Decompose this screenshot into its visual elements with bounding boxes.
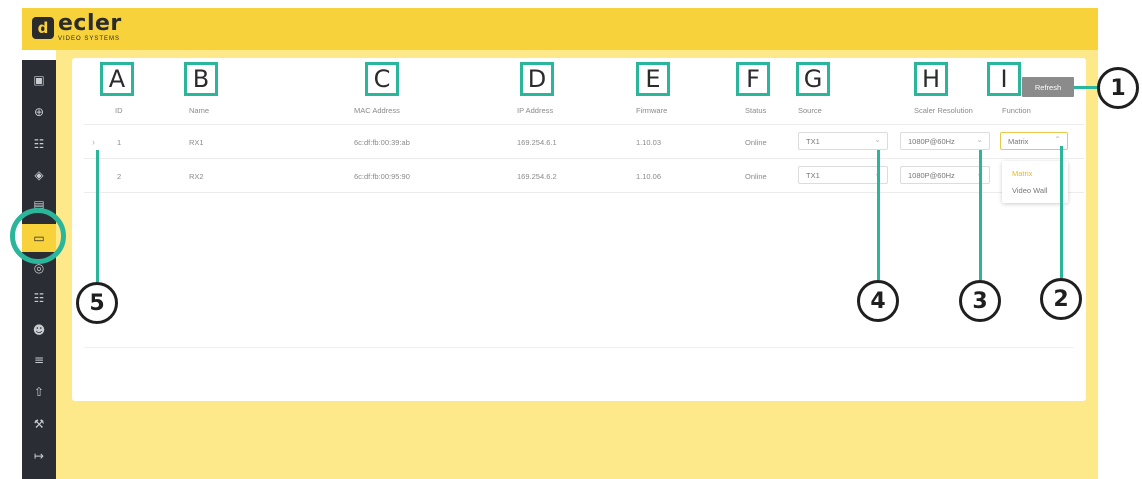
source-select-value: TX1 [806, 171, 820, 180]
annotation-number-2: 2 [1040, 278, 1082, 320]
annotation-letter-b: B [184, 62, 218, 96]
col-header-id[interactable]: ID [115, 106, 123, 115]
add-circle-icon[interactable]: ⊕ [31, 104, 47, 120]
row-divider [84, 192, 1084, 193]
header-divider [84, 124, 1084, 125]
col-header-source[interactable]: Source [798, 106, 822, 115]
user-icon[interactable]: ☻ [31, 322, 47, 338]
settings-sliders-icon[interactable]: ≡ [31, 352, 47, 368]
annotation-number-1: 1 [1097, 67, 1139, 109]
cell-name: RX1 [189, 138, 204, 147]
cell-status: Online [745, 138, 767, 147]
col-header-ip[interactable]: IP Address [517, 106, 553, 115]
annotation-number-3: 3 [959, 280, 1001, 322]
source-select[interactable]: TX1 ⌄ [798, 166, 888, 184]
tools-icon[interactable]: ⚒ [31, 416, 47, 432]
ecler-logo: d ecler VIDEO SYSTEMS [32, 13, 122, 42]
cell-ip: 169.254.6.1 [517, 138, 557, 147]
chevron-down-icon: ⌄ [976, 135, 983, 144]
cell-mac: 6c:df:fb:00:39:ab [354, 138, 410, 147]
annotation-letter-d: D [520, 62, 554, 96]
annotation-letter-g: G [796, 62, 830, 96]
resolution-select-value: 1080P@60Hz [908, 171, 955, 180]
dashboard-icon[interactable]: ▣ [31, 72, 47, 88]
brand-name: ecler [58, 11, 122, 36]
row-divider [84, 158, 1084, 159]
resolution-select[interactable]: 1080P@60Hz ⌄ [900, 132, 990, 150]
chevron-down-icon: ⌄ [874, 135, 881, 144]
panel-divider [84, 347, 1074, 348]
cell-firmware: 1.10.03 [636, 138, 662, 147]
resolution-select[interactable]: 1080P@60Hz ⌄ [900, 166, 990, 184]
sidebar-nav: ▣ ⊕ ☷ ◈ ▤ ▭ ◎ ☷ ☻ ≡ ⇧ ⚒ ↦ [22, 60, 56, 479]
callout-line-3 [979, 150, 982, 280]
resolution-select-value: 1080P@60Hz [908, 137, 955, 146]
col-header-function[interactable]: Function [1002, 106, 1031, 115]
chevron-right-icon[interactable]: › [92, 137, 95, 147]
callout-line-4 [877, 150, 880, 280]
refresh-button[interactable]: Refresh [1022, 77, 1074, 97]
layers-icon[interactable]: ◈ [31, 167, 47, 183]
app-window: d ecler VIDEO SYSTEMS ▣ ⊕ ☷ ◈ ▤ ▭ ◎ ☷ ☻ … [0, 0, 1142, 479]
dropdown-option-videowall[interactable]: Video Wall [1012, 186, 1047, 195]
annotation-letter-a: A [100, 62, 134, 96]
dropdown-option-matrix[interactable]: Matrix [1012, 169, 1032, 178]
callout-line-2 [1060, 146, 1063, 278]
cell-ip: 169.254.6.2 [517, 172, 557, 181]
source-select-value: TX1 [806, 137, 820, 146]
chevron-up-icon: ⌃ [1054, 135, 1061, 144]
upload-icon[interactable]: ⇧ [31, 384, 47, 400]
brand-subtitle: VIDEO SYSTEMS [58, 36, 121, 42]
cell-id: 1 [117, 138, 122, 147]
sidebar-highlight-ring [10, 208, 66, 264]
function-select[interactable]: Matrix ⌃ [1000, 132, 1068, 150]
annotation-letter-h: H [914, 62, 948, 96]
cell-firmware: 1.10.06 [636, 172, 662, 181]
function-dropdown-menu: Matrix Video Wall [1002, 161, 1068, 203]
annotation-letter-c: C [365, 62, 399, 96]
ecler-logo-mark: d [32, 16, 54, 39]
cell-mac: 6c:df:fb:00:95:90 [354, 172, 410, 181]
callout-line-1 [1074, 86, 1099, 89]
col-header-firmware[interactable]: Firmware [636, 106, 667, 115]
top-header: d ecler VIDEO SYSTEMS [22, 8, 1098, 50]
logout-icon[interactable]: ↦ [31, 448, 47, 464]
annotation-number-4: 4 [857, 280, 899, 322]
annotation-letter-i: I [987, 62, 1021, 96]
annotation-letter-e: E [636, 62, 670, 96]
grid-icon[interactable]: ☷ [31, 136, 47, 152]
col-header-resolution[interactable]: Scaler Resolution [914, 106, 973, 115]
col-header-name[interactable]: Name [189, 106, 209, 115]
matrix-icon[interactable]: ☷ [31, 290, 47, 306]
cell-id: 2 [117, 172, 122, 181]
annotation-letter-f: F [736, 62, 770, 96]
cell-status: Online [745, 172, 767, 181]
callout-line-5 [96, 150, 99, 282]
col-header-mac[interactable]: MAC Address [354, 106, 400, 115]
col-header-status[interactable]: Status [745, 106, 766, 115]
function-select-value: Matrix [1008, 137, 1029, 146]
cell-name: RX2 [189, 172, 204, 181]
annotation-number-5: 5 [76, 282, 118, 324]
source-select[interactable]: TX1 ⌄ [798, 132, 888, 150]
